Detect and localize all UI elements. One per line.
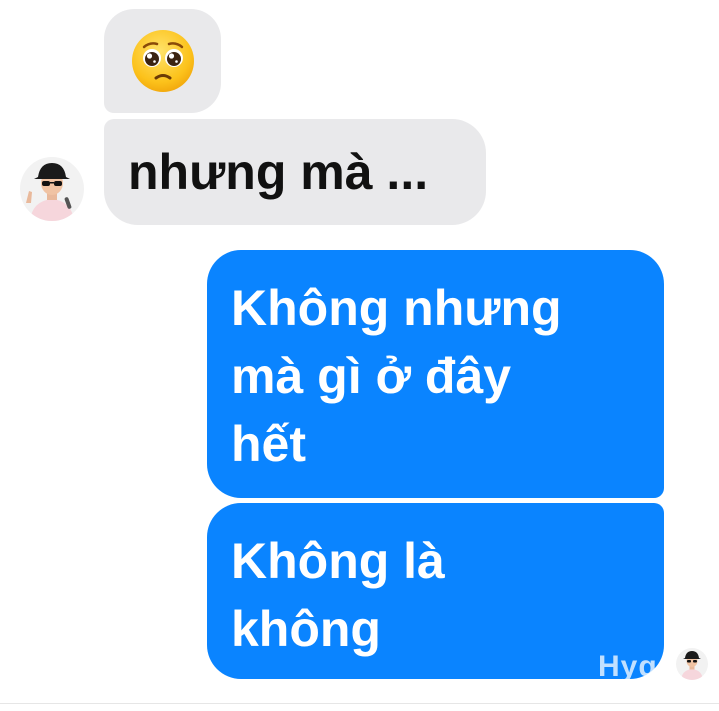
outgoing-message-bubble[interactable]: Không là không bbox=[207, 503, 664, 679]
seen-receipt-avatar bbox=[676, 648, 708, 680]
incoming-message-text: nhưng mà ... bbox=[128, 144, 429, 200]
incoming-message-bubble[interactable]: nhưng mà ... bbox=[104, 119, 486, 225]
contact-avatar[interactable] bbox=[20, 157, 84, 221]
bottom-divider bbox=[0, 703, 719, 704]
message-line: Không là bbox=[231, 533, 445, 589]
message-line: không bbox=[231, 601, 381, 657]
person-avatar-icon bbox=[20, 157, 84, 221]
message-line: Không nhưng bbox=[231, 280, 562, 336]
message-line: mà gì ở đây bbox=[231, 348, 512, 404]
person-avatar-icon bbox=[676, 648, 708, 680]
emoji-message-bubble[interactable] bbox=[104, 9, 221, 113]
outgoing-message-bubble[interactable]: Không nhưng mà gì ở đây hết bbox=[207, 250, 664, 498]
message-line: hết bbox=[231, 416, 306, 472]
pleading-face-emoji bbox=[131, 30, 194, 92]
